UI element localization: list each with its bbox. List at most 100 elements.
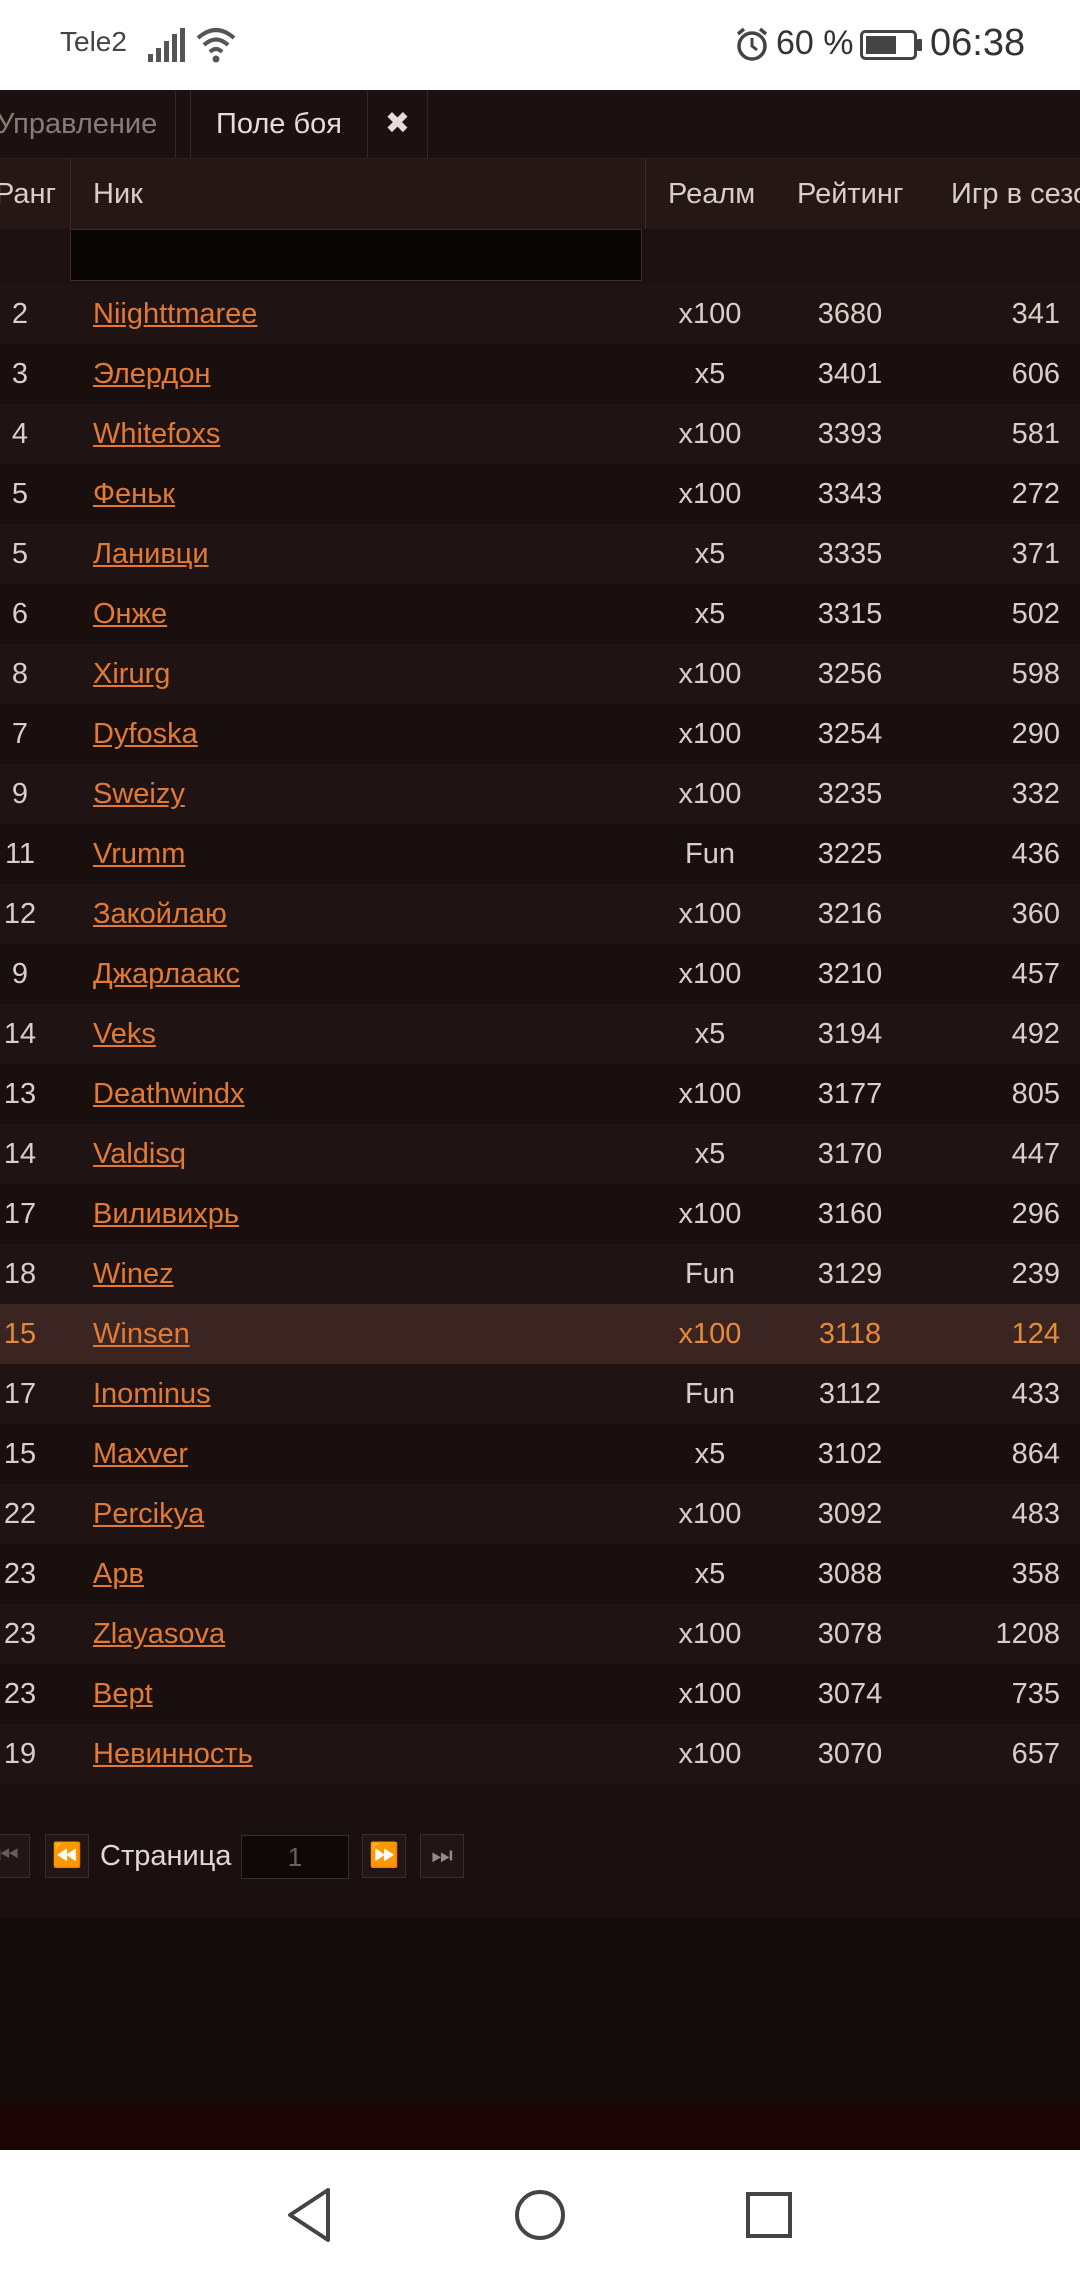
games-cell: 332 — [1011, 778, 1060, 810]
player-link[interactable]: Zlayasova — [93, 1618, 225, 1650]
table-row: 11 Vrumm Fun 3225 436 — [0, 824, 1080, 884]
rank-cell: 17 — [3, 1378, 37, 1410]
table-row: 19 Невинность x100 3070 657 — [0, 1724, 1080, 1784]
column-rank[interactable]: Ранг — [0, 159, 56, 229]
table-row: 12 Закойлаю x100 3216 360 — [0, 884, 1080, 944]
table-row: 5 Феньк x100 3343 272 — [0, 464, 1080, 524]
player-link[interactable]: Whitefoxs — [93, 418, 220, 450]
tab-manage[interactable]: Управление — [0, 90, 176, 158]
column-nick[interactable]: Ник — [93, 159, 143, 229]
column-rating[interactable]: Рейтинг — [797, 159, 903, 229]
player-link[interactable]: Феньк — [93, 478, 175, 510]
player-link[interactable]: Winsen — [93, 1318, 190, 1350]
player-link[interactable]: Арв — [93, 1558, 144, 1590]
table-row: 3 Элердон x5 3401 606 — [0, 344, 1080, 404]
player-link[interactable]: Valdisq — [93, 1138, 186, 1170]
player-link[interactable]: Вept — [93, 1678, 153, 1710]
nick-cell: Феньк — [93, 464, 175, 524]
player-link[interactable]: Невинность — [93, 1738, 253, 1770]
rank-cell: 17 — [3, 1198, 37, 1230]
player-link[interactable]: Deathwindx — [93, 1078, 245, 1110]
realm-cell: x100 — [678, 298, 742, 330]
nick-cell: Xirurg — [93, 644, 170, 704]
first-page-icon[interactable]: ⏮ — [0, 1834, 30, 1878]
rank-cell: 23 — [3, 1558, 37, 1590]
player-link[interactable]: Vrumm — [93, 838, 185, 870]
player-link[interactable]: Percikya — [93, 1498, 204, 1530]
rank-cell: 3 — [11, 358, 29, 390]
rank-cell: 19 — [3, 1738, 37, 1770]
player-link[interactable]: Закойлаю — [93, 898, 227, 930]
tab-battlefield[interactable]: Поле боя — [190, 90, 368, 158]
table-row: 17 Виливихрь x100 3160 296 — [0, 1184, 1080, 1244]
nick-cell: Элердон — [93, 344, 210, 404]
player-link[interactable]: Niighttmaree — [93, 298, 257, 330]
nick-cell: Maxver — [93, 1424, 188, 1484]
player-link[interactable]: Dyfoska — [93, 718, 198, 750]
realm-cell: Fun — [685, 1258, 735, 1290]
games-cell: 290 — [1011, 718, 1060, 750]
realm-cell: x5 — [694, 1138, 726, 1170]
player-link[interactable]: Sweizy — [93, 778, 185, 810]
system-nav-bar — [0, 2150, 1080, 2280]
recents-icon[interactable] — [744, 2186, 796, 2249]
nick-cell: Veks — [93, 1004, 156, 1064]
nick-cell: Dyfoska — [93, 704, 198, 764]
player-link[interactable]: Inominus — [93, 1378, 211, 1410]
player-link[interactable]: Виливихрь — [93, 1198, 239, 1230]
games-cell: 598 — [1011, 658, 1060, 690]
realm-cell: x100 — [678, 1318, 742, 1350]
player-link[interactable]: Maxver — [93, 1438, 188, 1470]
nick-cell: Niighttmaree — [93, 284, 257, 344]
nick-cell: Вept — [93, 1664, 153, 1724]
table-row: 18 Winez Fun 3129 239 — [0, 1244, 1080, 1304]
player-link[interactable]: Ланивци — [93, 538, 209, 570]
home-icon[interactable] — [514, 2186, 566, 2249]
nick-filter-input[interactable] — [70, 229, 642, 281]
player-link[interactable]: Veks — [93, 1018, 156, 1050]
games-cell: 735 — [1011, 1678, 1060, 1710]
pagination-bar: ⏮ ⏪ Страница ⏩ ⏭ — [0, 1784, 1080, 1919]
table-row: 8 Xirurg x100 3256 598 — [0, 644, 1080, 704]
realm-cell: x5 — [694, 358, 726, 390]
column-games[interactable]: Игр в сезо — [951, 159, 1080, 229]
rating-cell: 3335 — [817, 538, 883, 570]
wifi-icon — [196, 24, 236, 69]
rating-cell: 3112 — [818, 1378, 882, 1410]
player-link[interactable]: Джарлаакс — [93, 958, 240, 990]
player-link[interactable]: Xirurg — [93, 658, 170, 690]
player-link[interactable]: Winez — [93, 1258, 174, 1290]
games-cell: 272 — [1011, 478, 1060, 510]
nick-cell: Закойлаю — [93, 884, 227, 944]
table-row: 23 Zlayasova x100 3078 1208 — [0, 1604, 1080, 1664]
close-tab-icon[interactable]: ✖ — [368, 90, 428, 158]
realm-cell: x5 — [694, 1558, 726, 1590]
last-page-icon[interactable]: ⏭ — [420, 1834, 464, 1878]
nick-cell: Онже — [93, 584, 167, 644]
next-page-icon[interactable]: ⏩ — [362, 1834, 406, 1878]
rank-cell: 9 — [11, 778, 29, 810]
rating-cell: 3129 — [817, 1258, 883, 1290]
column-realm[interactable]: Реалм — [668, 159, 755, 229]
nick-cell: Виливихрь — [93, 1184, 239, 1244]
battery-icon — [860, 30, 924, 65]
back-icon[interactable] — [284, 2186, 334, 2249]
table-header: Ранг Ник Реалм Рейтинг Игр в сезо — [0, 159, 1080, 229]
player-link[interactable]: Элердон — [93, 358, 210, 390]
rating-cell: 3078 — [817, 1618, 883, 1650]
rating-cell: 3170 — [817, 1138, 883, 1170]
rating-cell: 3315 — [817, 598, 883, 630]
player-link[interactable]: Онже — [93, 598, 167, 630]
nick-cell: Inominus — [93, 1364, 211, 1424]
rating-cell: 3194 — [817, 1018, 883, 1050]
table-row: 2 Niighttmaree x100 3680 341 — [0, 284, 1080, 344]
page-number-input[interactable] — [241, 1835, 349, 1879]
bottom-strip — [0, 2102, 1080, 2150]
table-row: 14 Veks x5 3194 492 — [0, 1004, 1080, 1064]
rating-cell: 3092 — [817, 1498, 883, 1530]
realm-cell: x100 — [678, 1678, 742, 1710]
rank-cell: 12 — [3, 898, 37, 930]
games-cell: 360 — [1011, 898, 1060, 930]
prev-page-icon[interactable]: ⏪ — [45, 1834, 89, 1878]
rating-cell: 3160 — [817, 1198, 883, 1230]
